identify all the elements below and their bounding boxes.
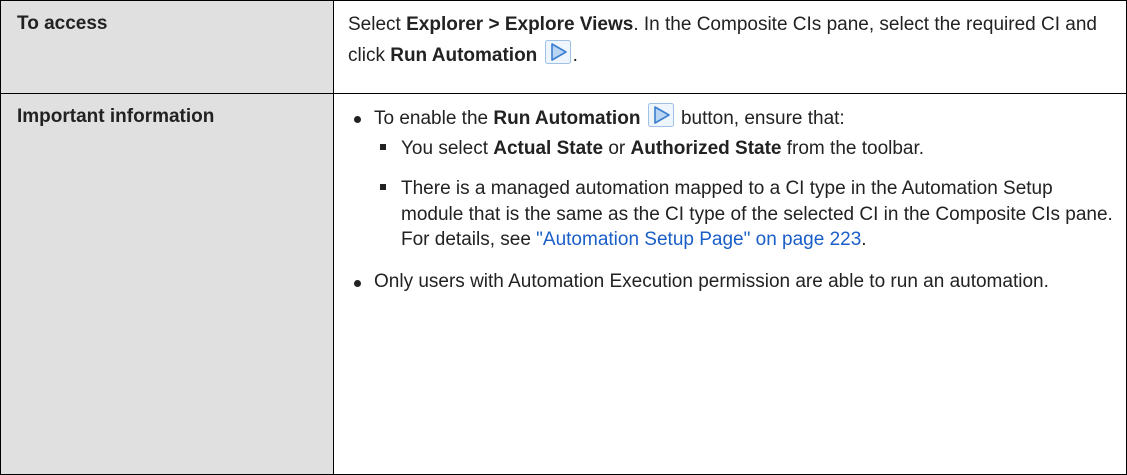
bullet2-text: Only users with Automation Execution per… (374, 270, 1049, 292)
info-header-cell: Important information (0, 93, 334, 475)
run-automation-icon (647, 103, 674, 127)
automation-setup-page-link[interactable]: "Automation Setup Page" on page 223 (536, 229, 861, 250)
info-bullet-1: To enable the Run Automation button, ens… (348, 103, 1114, 253)
access-heading: To access (17, 13, 108, 34)
info-subbullet-2: There is a managed automation mapped to … (374, 176, 1114, 253)
info-bullet-2: Only users with Automation Execution per… (348, 267, 1114, 297)
sub1-text-1: You select (401, 138, 494, 160)
bullet1-bold: Run Automation (493, 108, 641, 129)
actual-state-label: Actual State (493, 138, 604, 160)
run-automation-icon (544, 40, 571, 65)
explorer-path: Explorer > Explore Views (406, 14, 634, 35)
access-content-cell: Select Explorer > Explore Views. In the … (333, 0, 1127, 94)
access-text-1: Select (348, 14, 407, 35)
access-header-cell: To access (0, 0, 334, 94)
info-subbullet-1: You select Actual State or Authorized St… (374, 136, 1114, 162)
run-automation-label: Run Automation (390, 45, 538, 67)
info-content-cell: To enable the Run Automation button, ens… (333, 93, 1127, 475)
info-row: Important information To enable the Run … (0, 93, 1127, 475)
bullet1-text-2: button, ensure that: (675, 108, 845, 129)
info-table: To access Select Explorer > Explore View… (0, 0, 1127, 475)
access-text-3: . (572, 45, 578, 67)
sub2-text-2: . (861, 229, 867, 251)
info-heading: Important information (17, 106, 215, 127)
info-list: To enable the Run Automation button, ens… (348, 103, 1114, 297)
sub1-text-3: from the toolbar. (781, 138, 925, 160)
bullet1-text-1: To enable the (374, 108, 494, 129)
sub1-text-2: or (603, 138, 631, 160)
access-row: To access Select Explorer > Explore View… (0, 0, 1127, 94)
info-sublist: You select Actual State or Authorized St… (374, 136, 1114, 253)
authorized-state-label: Authorized State (630, 138, 782, 160)
